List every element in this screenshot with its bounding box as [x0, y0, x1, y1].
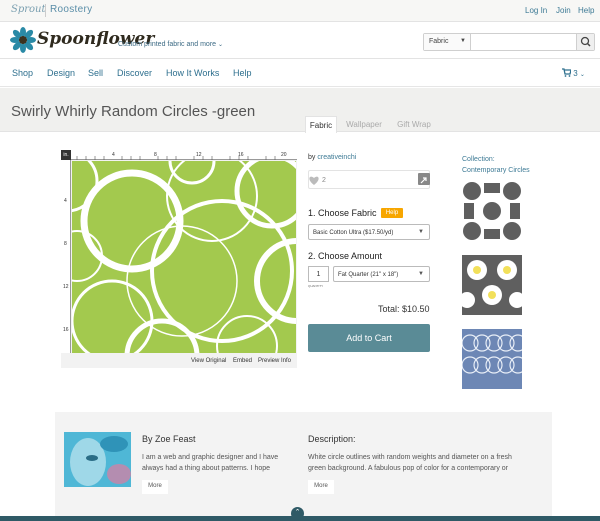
- cart-count: 3: [573, 69, 578, 78]
- main-nav: Shop Design Sell Discover How It Works H…: [0, 60, 600, 87]
- quantity-input[interactable]: 1: [308, 266, 329, 282]
- designer-avatar[interactable]: [64, 432, 131, 487]
- unit-badge: in.: [61, 150, 71, 160]
- amount-select-value: Fat Quarter (21" x 18"): [338, 272, 399, 278]
- step1-heading: 1. Choose Fabric: [308, 208, 377, 218]
- chevron-up-icon: ⌃: [294, 509, 301, 516]
- tagline-dropdown[interactable]: Custom printed fabric and more ⌄: [118, 41, 223, 48]
- swatch-image: [462, 255, 522, 315]
- chevron-down-icon: ▼: [460, 38, 466, 44]
- collection-swatch[interactable]: [462, 181, 522, 241]
- search-category-label: Fabric: [429, 38, 449, 45]
- nav-sell[interactable]: Sell: [88, 68, 103, 78]
- tab-wallpaper[interactable]: Wallpaper: [341, 116, 387, 133]
- roostery-link[interactable]: Roostery: [50, 4, 92, 15]
- chevron-down-icon: ▼: [418, 229, 424, 235]
- cart-icon: [562, 68, 572, 77]
- view-original-link[interactable]: View Original: [191, 358, 226, 364]
- collection-swatch[interactable]: [462, 329, 522, 389]
- description-more-button[interactable]: More: [308, 480, 334, 494]
- description-text: White circle outlines with random weight…: [308, 454, 512, 472]
- scroll-top-button[interactable]: ⌃: [291, 507, 304, 520]
- login-link[interactable]: Log In: [525, 6, 547, 15]
- search-icon: [580, 36, 591, 47]
- designer-byline: by creativeinchi: [308, 154, 356, 161]
- ruler-tick-label: 4: [64, 198, 67, 204]
- collection-label: Collection:: [462, 156, 495, 163]
- search-category-select[interactable]: Fabric ▼: [424, 34, 471, 50]
- ruler-tick-label: 4: [112, 152, 115, 158]
- ruler-top: [61, 150, 297, 160]
- search-input[interactable]: [472, 34, 577, 50]
- designer-name: By Zoe Feast: [142, 434, 196, 444]
- circles-pattern: [72, 161, 296, 353]
- ruler-tick-label: 12: [63, 284, 69, 290]
- tagline-label: Custom printed fabric and more: [118, 41, 217, 48]
- description-heading: Description:: [308, 434, 356, 444]
- sprout-link[interactable]: Sprout: [11, 4, 46, 15]
- flower-logo-icon[interactable]: [10, 27, 36, 53]
- designer-link[interactable]: creativeinchi: [317, 154, 356, 161]
- ruler-left: [61, 160, 71, 353]
- chevron-down-icon: ⌄: [579, 72, 585, 78]
- tab-fabric[interactable]: Fabric: [305, 116, 337, 133]
- collection-link[interactable]: Contemporary Circles: [462, 165, 530, 176]
- heart-icon[interactable]: [308, 175, 320, 186]
- add-to-cart-button[interactable]: Add to Cart: [308, 324, 430, 352]
- share-button[interactable]: [418, 173, 430, 185]
- nav-discover[interactable]: Discover: [117, 68, 152, 78]
- nav-shop[interactable]: Shop: [12, 68, 33, 78]
- swatch-image: [462, 329, 522, 389]
- cart-button[interactable]: 3 ⌄: [561, 68, 585, 78]
- favorite-count: 2: [322, 177, 326, 184]
- total-price: Total: $10.50: [378, 304, 430, 314]
- tab-gift-wrap[interactable]: Gift Wrap: [393, 116, 435, 133]
- nav-design[interactable]: Design: [47, 68, 75, 78]
- swatch-image: [462, 181, 522, 241]
- help-badge[interactable]: Help: [381, 208, 403, 218]
- designer-bio: I am a web and graphic designer and I ha…: [142, 454, 279, 472]
- nav-how-it-works[interactable]: How It Works: [166, 68, 219, 78]
- step2-heading: 2. Choose Amount: [308, 251, 383, 261]
- chevron-down-icon: ⌄: [218, 42, 224, 48]
- fabric-select-value: Basic Cotton Ultra ($17.50/yd): [313, 230, 394, 236]
- amount-select[interactable]: Fat Quarter (21" x 18") ▼: [333, 266, 430, 282]
- designer-more-button[interactable]: More: [142, 480, 168, 494]
- chevron-down-icon: ▼: [418, 271, 424, 277]
- fabric-select[interactable]: Basic Cotton Ultra ($17.50/yd) ▼: [308, 224, 430, 240]
- ruler-tick-label: 12: [196, 152, 202, 158]
- utility-bar: Sprout Roostery Log In Join Help: [0, 0, 600, 22]
- collection-swatch[interactable]: [462, 255, 522, 315]
- nav-help[interactable]: Help: [233, 68, 252, 78]
- page-title: Swirly Whirly Random Circles -green: [11, 103, 256, 120]
- search-button[interactable]: [576, 34, 594, 50]
- avatar-image: [64, 432, 131, 487]
- embed-link[interactable]: Embed: [233, 358, 252, 364]
- ruler-tick-label: 16: [238, 152, 244, 158]
- ruler-tick-label: 8: [154, 152, 157, 158]
- fabric-design-image[interactable]: [72, 161, 296, 353]
- title-band: Swirly Whirly Random Circles -green: [0, 88, 600, 132]
- divider: [45, 4, 46, 17]
- share-icon: [420, 177, 427, 184]
- ruler-tick-label: 8: [64, 241, 67, 247]
- ruler-tick-label: 20: [281, 152, 287, 158]
- join-link[interactable]: Join: [556, 6, 571, 15]
- search-bar: Fabric ▼: [423, 33, 595, 51]
- site-header: Spoonflower Custom printed fabric and mo…: [0, 22, 600, 59]
- quantity-label: QUANTITY: [308, 284, 324, 288]
- favorite-row: [308, 170, 430, 189]
- byline-prefix: by: [308, 154, 316, 161]
- preview-info-link[interactable]: Preview Info: [258, 358, 291, 364]
- collection-heading: Collection: Contemporary Circles: [462, 154, 530, 176]
- help-link[interactable]: Help: [578, 6, 594, 15]
- ruler-tick-label: 16: [63, 327, 69, 333]
